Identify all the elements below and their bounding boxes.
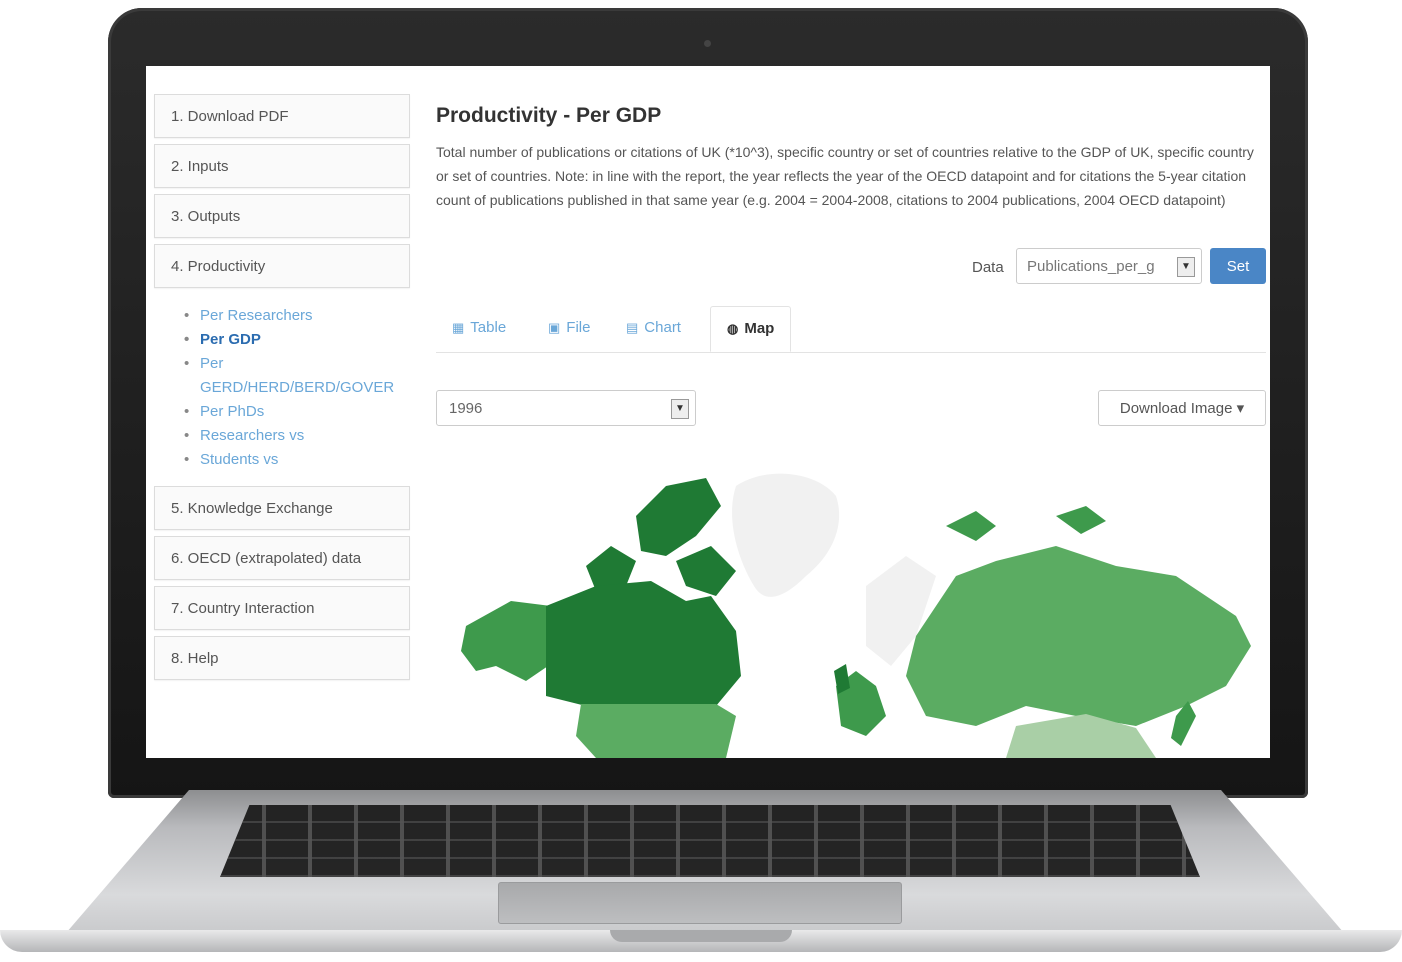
screen: 1. Download PDF 2. Inputs 3. Outputs 4. … bbox=[146, 66, 1270, 758]
sidebar-item-knowledge-exchange[interactable]: 5. Knowledge Exchange bbox=[154, 486, 410, 530]
lid-notch bbox=[610, 930, 792, 942]
map-canada-islands[interactable] bbox=[586, 478, 736, 596]
sidebar-item-country-interaction[interactable]: 7. Country Interaction bbox=[154, 586, 410, 630]
subnav-researchers-vs[interactable]: Researchers vs bbox=[182, 424, 410, 448]
chevron-down-icon[interactable]: ▼ bbox=[1177, 257, 1195, 277]
year-select-value: 1996 bbox=[449, 400, 483, 417]
tab-file-label: File bbox=[566, 319, 591, 336]
sidebar-item-productivity[interactable]: 4. Productivity bbox=[154, 244, 410, 288]
chevron-down-icon[interactable]: ▼ bbox=[671, 399, 689, 419]
tab-table[interactable]: ▦ Table bbox=[436, 306, 522, 352]
map-usa[interactable] bbox=[576, 704, 736, 758]
sidebar: 1. Download PDF 2. Inputs 3. Outputs 4. … bbox=[154, 94, 410, 686]
subnav-per-gdp[interactable]: Per GDP bbox=[182, 328, 410, 352]
page-title: Productivity - Per GDP bbox=[436, 104, 662, 127]
year-select[interactable]: 1996 ▼ bbox=[436, 390, 696, 426]
tab-map-label: Map bbox=[744, 320, 775, 337]
tab-table-label: Table bbox=[470, 319, 507, 336]
data-label: Data bbox=[972, 259, 1004, 276]
table-icon: ▦ bbox=[452, 320, 465, 335]
tab-chart-label: Chart bbox=[644, 319, 681, 336]
tab-file[interactable]: ▣ File bbox=[532, 306, 606, 352]
tab-chart[interactable]: ▤ Chart bbox=[610, 306, 697, 352]
main-content: Productivity - Per GDP Total number of p… bbox=[436, 94, 1266, 426]
sidebar-item-oecd-data[interactable]: 6. OECD (extrapolated) data bbox=[154, 536, 410, 580]
set-button[interactable]: Set bbox=[1210, 248, 1266, 284]
keyboard-rows bbox=[220, 805, 1200, 877]
data-selector-row: Data Publications_per_g ▼ Set bbox=[436, 248, 1266, 286]
sidebar-item-inputs[interactable]: 2. Inputs bbox=[154, 144, 410, 188]
view-tabs: ▦ Table ▣ File ▤ Chart ◍ Map bbox=[436, 306, 1266, 353]
data-select[interactable]: Publications_per_g ▼ bbox=[1016, 248, 1202, 284]
download-image-button[interactable]: Download Image ▾ bbox=[1098, 390, 1266, 426]
page-description: Total number of publications or citation… bbox=[436, 144, 1254, 208]
globe-icon: ◍ bbox=[727, 321, 739, 336]
subnav-per-gerd[interactable]: Per GERD/HERD/BERD/GOVER bbox=[182, 352, 410, 400]
map-russia[interactable] bbox=[906, 546, 1251, 726]
data-select-value: Publications_per_g bbox=[1027, 258, 1155, 275]
map-alaska[interactable] bbox=[461, 601, 551, 681]
tab-map[interactable]: ◍ Map bbox=[710, 306, 792, 352]
subnav-per-phds[interactable]: Per PhDs bbox=[182, 400, 410, 424]
chart-icon: ▤ bbox=[626, 320, 639, 335]
subnav-students-vs[interactable]: Students vs bbox=[182, 448, 410, 472]
trackpad bbox=[498, 882, 902, 924]
map-greenland[interactable] bbox=[732, 473, 840, 597]
sidebar-item-help[interactable]: 8. Help bbox=[154, 636, 410, 680]
save-icon: ▣ bbox=[548, 320, 561, 335]
map-canada[interactable] bbox=[546, 581, 741, 706]
subnav-per-researchers[interactable]: Per Researchers bbox=[182, 304, 410, 328]
sidebar-item-outputs[interactable]: 3. Outputs bbox=[154, 194, 410, 238]
webcam bbox=[704, 40, 711, 47]
map-russia-islands[interactable] bbox=[946, 506, 1106, 541]
sidebar-item-download-pdf[interactable]: 1. Download PDF bbox=[154, 94, 410, 138]
productivity-subnav: Per Researchers Per GDP Per GERD/HERD/BE… bbox=[154, 294, 410, 486]
world-map[interactable] bbox=[436, 466, 1266, 758]
